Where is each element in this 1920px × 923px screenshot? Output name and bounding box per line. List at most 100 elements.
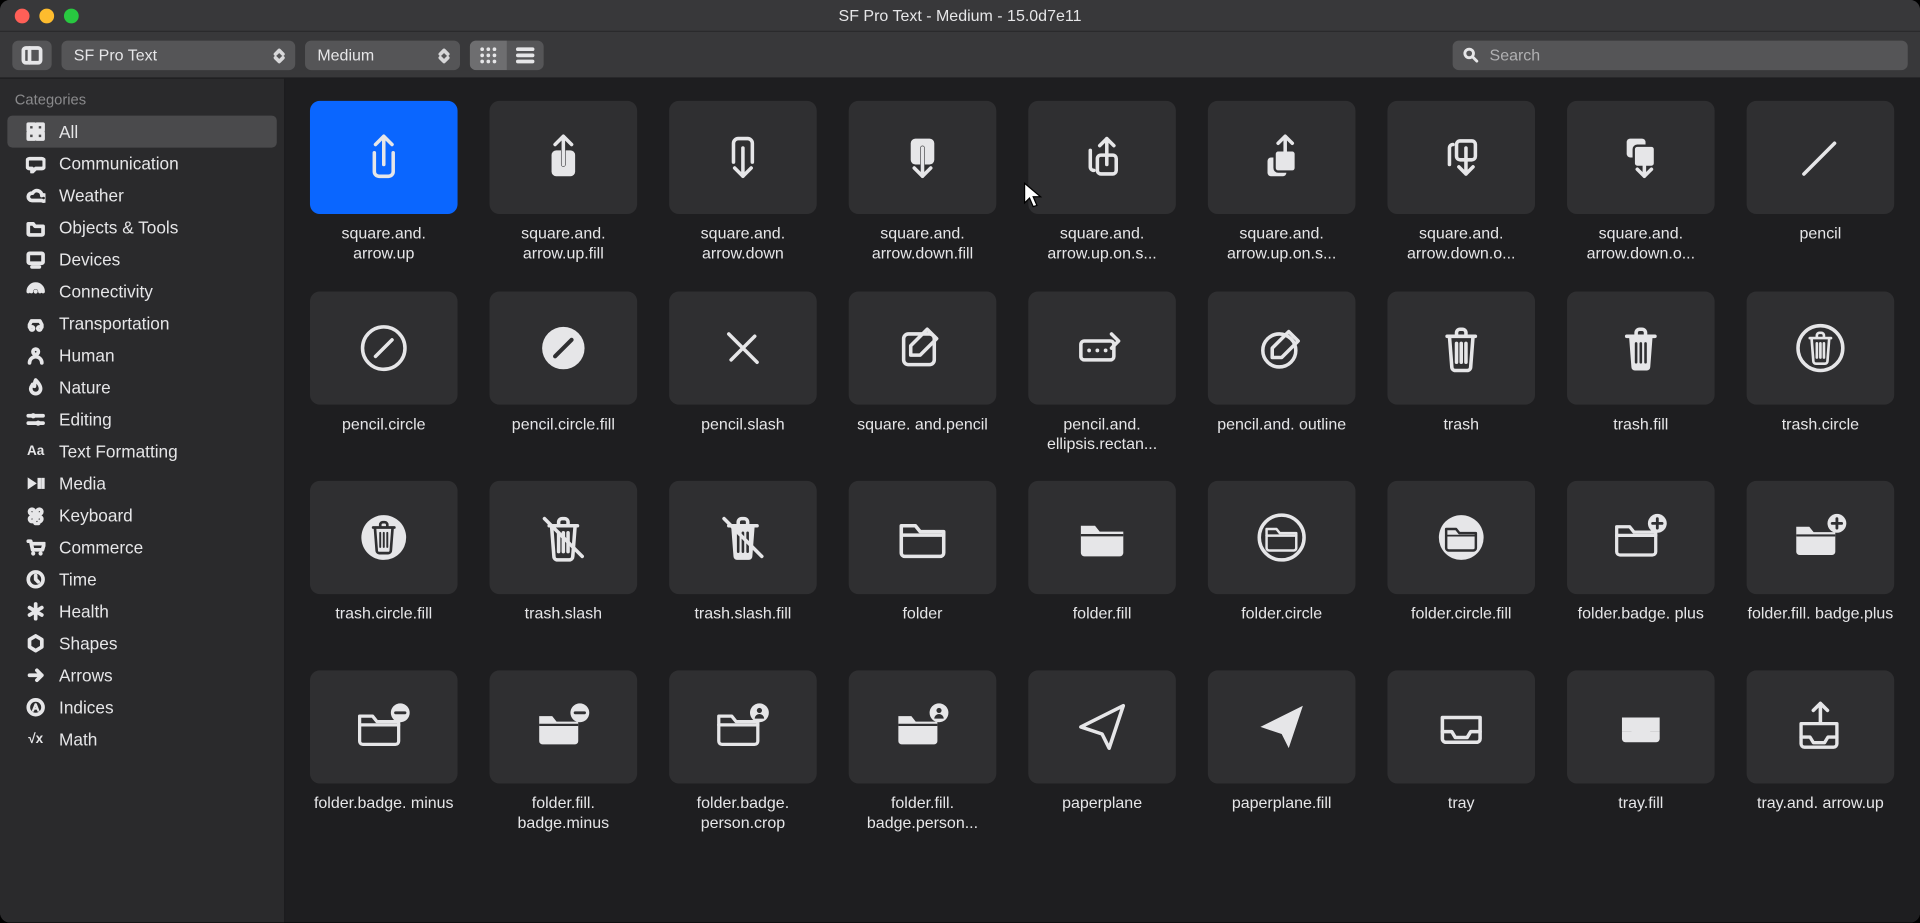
sidebar-item-communication[interactable]: Communication	[7, 148, 276, 180]
symbol-tile[interactable]: square.and. arrow.up.on.s...	[1208, 101, 1356, 264]
sidebar-item-objects-tools[interactable]: Objects & Tools	[7, 212, 276, 244]
flame-icon	[25, 378, 47, 398]
symbol-tile[interactable]: folder.badge. person.crop	[669, 670, 817, 833]
symbol-tile[interactable]: folder.fill. badge.minus	[490, 670, 638, 833]
symbol-tile[interactable]: square.and. arrow.down.o...	[1387, 101, 1535, 264]
symbol-tile[interactable]: trash	[1387, 291, 1535, 454]
sidebar-item-label: Editing	[59, 410, 112, 430]
sidebar-item-transportation[interactable]: Transportation	[7, 308, 276, 340]
symbol-tile[interactable]: trash.slash.fill	[669, 481, 817, 643]
sq_arrow_down-icon	[669, 101, 817, 214]
minimize-button[interactable]	[39, 8, 54, 23]
folder_fill_badge_minus-icon	[490, 670, 638, 783]
symbol-tile[interactable]: trash.fill	[1567, 291, 1715, 454]
symbol-tile[interactable]: square.and. arrow.down.fill	[849, 101, 997, 264]
symbol-grid-area: square.and. arrow.upsquare.and. arrow.up…	[285, 79, 1920, 923]
search-field[interactable]	[1453, 40, 1908, 70]
symbol-tile[interactable]: tray	[1387, 670, 1535, 833]
zoom-button[interactable]	[64, 8, 79, 23]
sidebar-item-label: Transportation	[59, 314, 169, 334]
sidebar-item-text-formatting[interactable]: AaText Formatting	[7, 435, 276, 467]
symbol-tile[interactable]: pencil.circle	[310, 291, 458, 454]
symbol-tile[interactable]: folder.circle	[1208, 481, 1356, 643]
weight-select[interactable]: Medium	[305, 40, 460, 70]
trash_circle_fill-icon	[310, 481, 458, 594]
symbol-tile[interactable]: pencil.circle.fill	[490, 291, 638, 454]
symbol-tile[interactable]: paperplane.fill	[1208, 670, 1356, 833]
sidebar-item-time[interactable]: Time	[7, 563, 276, 595]
trash_circle-icon	[1747, 291, 1895, 404]
sidebar-item-indices[interactable]: Indices	[7, 691, 276, 723]
sidebar-item-shapes[interactable]: Shapes	[7, 627, 276, 659]
symbol-tile[interactable]: square.and. arrow.up.fill	[490, 101, 638, 264]
symbol-tile[interactable]: folder.circle.fill	[1387, 481, 1535, 643]
sidebar-heading: Categories	[15, 91, 284, 108]
search-input[interactable]	[1487, 44, 1898, 65]
sidebar-item-devices[interactable]: Devices	[7, 244, 276, 276]
symbol-label: pencil.circle.fill	[512, 414, 615, 453]
symbol-tile[interactable]: square.and. arrow.up.on.s...	[1028, 101, 1176, 264]
symbol-label: trash.fill	[1613, 414, 1668, 453]
folder_fill_badge_person-icon	[849, 670, 997, 783]
sidebar-item-human[interactable]: Human	[7, 339, 276, 371]
pencil_circle_fill-icon	[490, 291, 638, 404]
chevron-updown-icon	[435, 46, 452, 63]
symbol-label: square.and. arrow.up.on.s...	[1208, 224, 1356, 264]
sidebar-item-label: Connectivity	[59, 282, 153, 302]
symbol-tile[interactable]: square.and. arrow.up	[310, 101, 458, 264]
sidebar-item-label: Health	[59, 601, 109, 621]
symbol-tile[interactable]: square.and. arrow.down.o...	[1567, 101, 1715, 264]
sidebar-item-health[interactable]: Health	[7, 595, 276, 627]
symbol-label: square.and. arrow.down.o...	[1567, 224, 1715, 264]
list-view-button[interactable]	[507, 40, 544, 70]
symbol-tile[interactable]: folder.fill	[1028, 481, 1176, 643]
sidebar-item-all[interactable]: All	[7, 116, 276, 148]
Aa-icon: Aa	[25, 444, 47, 459]
sidebar-item-keyboard[interactable]: Keyboard	[7, 499, 276, 531]
toggle-sidebar-button[interactable]	[12, 40, 51, 70]
pencil_circle-icon	[310, 291, 458, 404]
close-button[interactable]	[15, 8, 30, 23]
symbol-label: folder.fill. badge.person...	[849, 793, 997, 833]
symbol-tile[interactable]: trash.circle	[1747, 291, 1895, 454]
display-icon	[25, 250, 47, 270]
symbol-tile[interactable]: trash.slash	[490, 481, 638, 643]
symbol-tile[interactable]: pencil.slash	[669, 291, 817, 454]
font-select[interactable]: SF Pro Text	[62, 40, 296, 70]
hex-icon	[25, 633, 47, 653]
symbol-tile[interactable]: pencil	[1747, 101, 1895, 264]
grid-icon	[477, 44, 499, 66]
symbol-tile[interactable]: square.and. arrow.down	[669, 101, 817, 264]
trash-icon	[1387, 291, 1535, 404]
sidebar-item-weather[interactable]: Weather	[7, 180, 276, 212]
sidebar-item-label: Objects & Tools	[59, 218, 178, 238]
trash_slash-icon	[490, 481, 638, 594]
folder_circle_fill-icon	[1387, 481, 1535, 594]
symbol-tile[interactable]: tray.fill	[1567, 670, 1715, 833]
app-window: SF Pro Text - Medium - 15.0d7e11 SF Pro …	[0, 0, 1920, 923]
grid-view-button[interactable]	[470, 40, 507, 70]
symbol-tile[interactable]: folder.fill. badge.person...	[849, 670, 997, 833]
symbol-tile[interactable]: folder.fill. badge.plus	[1747, 481, 1895, 643]
symbol-tile[interactable]: folder.badge. plus	[1567, 481, 1715, 643]
symbol-tile[interactable]: square. and.pencil	[849, 291, 997, 454]
sidebar-item-connectivity[interactable]: Connectivity	[7, 276, 276, 308]
trash_fill-icon	[1567, 291, 1715, 404]
symbol-tile[interactable]: pencil.and. outline	[1208, 291, 1356, 454]
symbol-label: tray.fill	[1618, 793, 1663, 832]
sidebar-item-media[interactable]: Media	[7, 467, 276, 499]
playpause-icon	[25, 474, 47, 494]
sidebar-item-math[interactable]: √xMath	[7, 723, 276, 755]
symbol-tile[interactable]: pencil.and. ellipsis.rectan...	[1028, 291, 1176, 454]
sidebar-item-arrows[interactable]: Arrows	[7, 659, 276, 691]
sidebar-item-label: Time	[59, 569, 97, 589]
sidebar-item-commerce[interactable]: Commerce	[7, 531, 276, 563]
symbol-tile[interactable]: trash.circle.fill	[310, 481, 458, 643]
sidebar-item-nature[interactable]: Nature	[7, 371, 276, 403]
sidebar-item-editing[interactable]: Editing	[7, 403, 276, 435]
pencil_slash-icon	[669, 291, 817, 404]
symbol-tile[interactable]: folder	[849, 481, 997, 643]
symbol-tile[interactable]: folder.badge. minus	[310, 670, 458, 833]
symbol-tile[interactable]: tray.and. arrow.up	[1747, 670, 1895, 833]
symbol-tile[interactable]: paperplane	[1028, 670, 1176, 833]
